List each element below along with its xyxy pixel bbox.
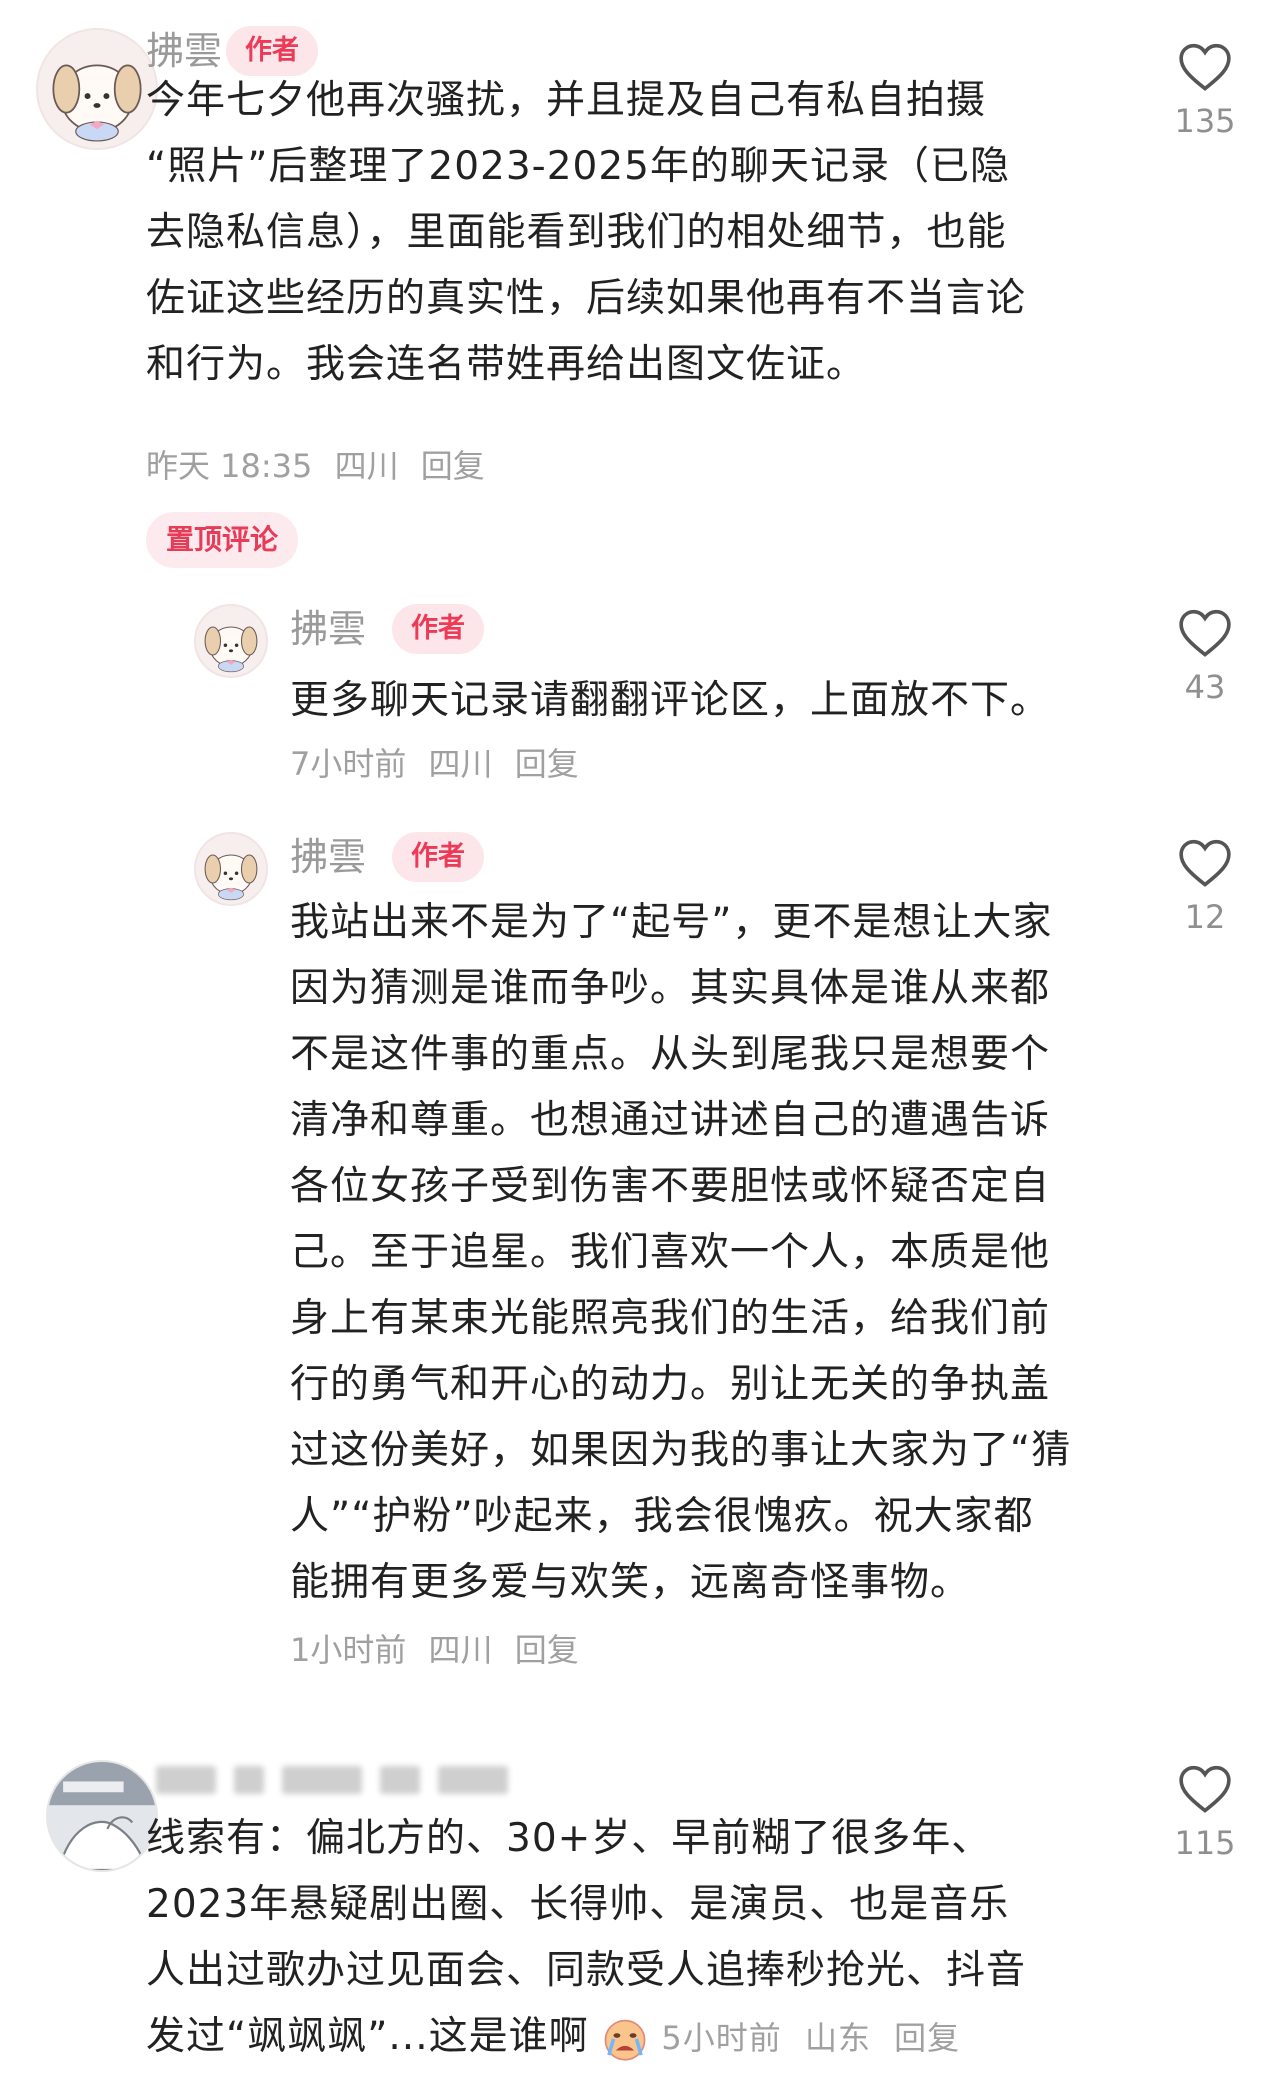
comment-text: 更多聊天记录请翻翻评论区，上面放不下。 <box>290 668 1050 734</box>
reply-button[interactable]: 回复 <box>894 2019 960 2057</box>
like-button[interactable]: 12 <box>1145 838 1265 936</box>
author-badge: 作者 <box>392 604 484 654</box>
author-badge: 作者 <box>392 832 484 882</box>
comment-line: 己。至于追星。我们喜欢一个人，本质是他 <box>290 1230 1051 1275</box>
like-count: 12 <box>1184 898 1226 936</box>
like-count: 135 <box>1174 102 1236 140</box>
pinned-comment-badge: 置顶评论 <box>146 512 299 568</box>
comment-2: 线索有：偏北方的、30+岁、早前糊了很多年、 2023年悬疑剧出圈、长得帅、是演… <box>0 1744 1284 2077</box>
author-avatar[interactable] <box>194 604 268 678</box>
crying-face-emoji-icon <box>604 2019 646 2061</box>
comment-line: “照片”后整理了2023-2025年的聊天记录（已隐 <box>146 144 1010 189</box>
comment-meta: 昨天 18:35 四川 回复 <box>146 444 497 488</box>
comment-meta: 5小时前 山东 回复 <box>661 2019 972 2057</box>
comment-time: 昨天 18:35 <box>146 447 313 485</box>
comment-meta: 7小时前 四川 回复 <box>290 742 591 786</box>
comment-last-text: 发过“飒飒飒”...这是谁啊 <box>146 2014 589 2059</box>
puppy-avatar-icon <box>196 606 266 676</box>
comment-line: 能拥有更多爱与欢笑，远离奇怪事物。 <box>290 1560 971 1605</box>
comment-text: 今年七夕他再次骚扰，并且提及自己有私自拍摄 “照片”后整理了2023-2025年… <box>146 68 1026 398</box>
comment-line: 和行为。我会连名带姓再给出图文佐证。 <box>146 342 867 387</box>
comment-location: 四川 <box>428 1631 493 1669</box>
author-name[interactable]: 拂雲 <box>290 832 366 882</box>
comment-location: 山东 <box>804 2019 871 2057</box>
comment-location: 四川 <box>428 745 493 783</box>
puppy-avatar-icon <box>196 834 266 904</box>
comment-line: 今年七夕他再次骚扰，并且提及自己有私自拍摄 <box>146 78 987 123</box>
comment-line: 佐证这些经历的真实性，后续如果他再有不当言论 <box>146 276 1027 321</box>
comment-line: 人”“护粉”吵起来，我会很愧疚。祝大家都 <box>290 1494 1034 1539</box>
comment-meta: 1小时前 四川 回复 <box>290 1628 591 1672</box>
comment-location: 四川 <box>334 447 399 485</box>
comment-line: 各位女孩子受到伤害不要胆怯或怀疑否定自 <box>290 1164 1051 1209</box>
comment-line: 线索有：偏北方的、30+岁、早前糊了很多年、 <box>146 1816 992 1861</box>
comment-line: 2023年悬疑剧出圈、长得帅、是演员、也是音乐 <box>146 1882 1010 1927</box>
heart-icon <box>1179 839 1231 887</box>
sketch-avatar-icon <box>48 1762 156 1870</box>
like-button[interactable]: 135 <box>1145 42 1265 140</box>
obscured-username[interactable] <box>156 1766 526 1806</box>
comment-line: 更多聊天记录请翻翻评论区，上面放不下。 <box>290 678 1051 723</box>
like-count: 115 <box>1174 1824 1236 1862</box>
heart-icon <box>1179 1765 1231 1813</box>
comment-line: 人出过歌办过见面会、同款受人追捧秒抢光、抖音 <box>146 1948 1027 1993</box>
reply-comment-1: 拂雲 作者 更多聊天记录请翻翻评论区，上面放不下。 7小时前 四川 回复 43 <box>0 590 1284 790</box>
comment-line: 不是这件事的重点。从头到尾我只是想要个 <box>290 1032 1051 1077</box>
reply-comment-2: 拂雲 作者 我站出来不是为了“起号”，更不是想让大家 因为猜测是谁而争吵。其实具… <box>0 818 1284 1688</box>
reply-button[interactable]: 回复 <box>421 447 485 485</box>
comment-text: 我站出来不是为了“起号”，更不是想让大家 因为猜测是谁而争吵。其实具体是谁从来都… <box>290 890 1071 1616</box>
reply-button[interactable]: 回复 <box>515 745 579 783</box>
heart-icon <box>1179 609 1231 657</box>
comment-time: 7小时前 <box>290 745 407 783</box>
comment-1: 拂雲 作者 今年七夕他再次骚扰，并且提及自己有私自拍摄 “照片”后整理了2023… <box>0 0 1284 485</box>
comment-line: 行的勇气和开心的动力。别让无关的争执盖 <box>290 1362 1051 1407</box>
comment-line: 身上有某束光能照亮我们的生活，给我们前 <box>290 1296 1051 1341</box>
comment-time: 1小时前 <box>290 1631 407 1669</box>
like-button[interactable]: 43 <box>1145 608 1265 706</box>
like-count: 43 <box>1184 668 1226 706</box>
comment-time: 5小时前 <box>661 2019 782 2057</box>
comment-line: 因为猜测是谁而争吵。其实具体是谁从来都 <box>290 966 1051 1011</box>
comment-line: 发过“飒飒飒”...这是谁啊 5小时前 山东 回复 <box>146 2004 1026 2070</box>
comment-line: 过这份美好，如果因为我的事让大家为了“猜 <box>290 1428 1072 1473</box>
comment-line: 我站出来不是为了“起号”，更不是想让大家 <box>290 900 1053 945</box>
author-name[interactable]: 拂雲 <box>290 604 366 654</box>
comment-text: 线索有：偏北方的、30+岁、早前糊了很多年、 2023年悬疑剧出圈、长得帅、是演… <box>146 1806 1026 2070</box>
user-avatar[interactable] <box>46 1760 158 1872</box>
heart-icon <box>1179 43 1231 91</box>
reply-button[interactable]: 回复 <box>515 1631 579 1669</box>
comment-line: 清净和尊重。也想通过讲述自己的遭遇告诉 <box>290 1098 1051 1143</box>
comment-line: 去隐私信息），里面能看到我们的相处细节，也能 <box>146 210 1007 255</box>
puppy-avatar-icon <box>38 30 156 148</box>
author-avatar[interactable] <box>36 28 158 150</box>
like-button[interactable]: 115 <box>1145 1764 1265 1862</box>
author-avatar[interactable] <box>194 832 268 906</box>
